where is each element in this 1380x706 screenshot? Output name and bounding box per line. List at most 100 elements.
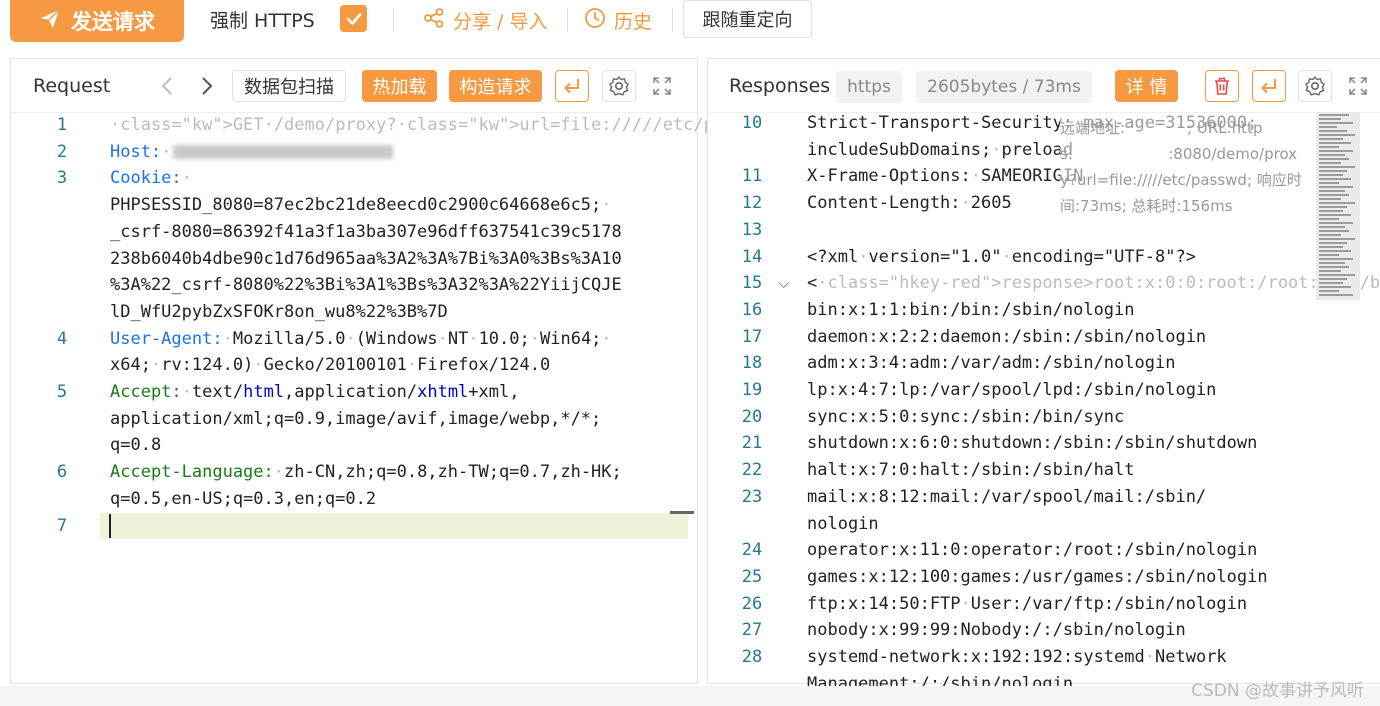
- share-import-button[interactable]: 分享 / 导入: [423, 5, 547, 35]
- line-number: 10: [741, 113, 763, 133]
- clock-icon: [584, 7, 606, 34]
- code-line: _csrf-8080=86392f41a3f1a3ba307e96dff6375…: [110, 221, 622, 242]
- gear-icon[interactable]: [602, 70, 636, 102]
- line-number: 6: [56, 462, 68, 483]
- line-number: 28: [741, 647, 763, 667]
- code-line: shutdown:x:6:0:shutdown:/sbin:/sbin/shut…: [807, 433, 1258, 454]
- code-line: nobody:x:99:99:Nobody:/:/sbin/nologin: [807, 620, 1186, 641]
- line-number: 3: [56, 168, 68, 189]
- follow-redirect-button[interactable]: 跟随重定向: [683, 0, 812, 38]
- line-number: 12: [741, 193, 763, 214]
- history-button[interactable]: 历史: [584, 5, 652, 35]
- text-cursor: [109, 514, 111, 538]
- code-line: Cookie:·: [110, 168, 192, 189]
- line-number: 23: [741, 486, 763, 507]
- fold-chevron-icon[interactable]: ⌵: [778, 274, 789, 292]
- history-label: 历史: [614, 10, 653, 33]
- code-line: daemon:x:2:2:daemon:/sbin:/sbin/nologin: [807, 326, 1207, 347]
- send-icon: [39, 8, 61, 35]
- line-number: 1: [56, 115, 68, 135]
- gear-icon[interactable]: [1298, 70, 1332, 102]
- top-toolbar: 发送请求 强制 HTTPS 分享 / 导入 历史 跟随重定向: [0, 0, 1380, 50]
- line-number: 4: [56, 328, 68, 349]
- check-icon: [346, 12, 361, 25]
- code-line: lp:x:4:7:lp:/var/spool/lpd:/sbin/nologin: [807, 380, 1217, 400]
- protocol-badge: https: [836, 71, 902, 103]
- build-request-button[interactable]: 构造请求: [449, 70, 542, 102]
- code-line: PHPSESSID_8080=87ec2bc21de8eecd0c2900c64…: [110, 195, 612, 216]
- bottom-strip: [0, 686, 1380, 706]
- editor-scroll-marker: [670, 511, 694, 514]
- enter-icon[interactable]: [1252, 70, 1286, 102]
- toolbar-divider: [567, 8, 568, 32]
- chevron-left-icon[interactable]: [155, 73, 179, 99]
- code-line: X-Frame-Options:·SAMEORIGIN: [807, 166, 1084, 187]
- line-number: 7: [56, 515, 68, 536]
- line-number: 18: [741, 353, 763, 374]
- line-number: 24: [741, 540, 763, 561]
- request-panel-header: Request 数据包扫描 热加载 构造请求: [11, 59, 697, 113]
- expand-icon[interactable]: [645, 70, 679, 102]
- code-line: q=0.8: [110, 435, 162, 456]
- code-line: operator:x:11:0:operator:/root:/sbin/nol…: [807, 540, 1258, 561]
- line-number: 19: [741, 380, 763, 400]
- current-line-highlight: [100, 513, 688, 539]
- line-number: 21: [741, 433, 763, 454]
- line-number: 2: [56, 141, 68, 162]
- line-number: 26: [741, 593, 763, 614]
- response-info-tooltip: 远端地址: ; URL:https: :8080/demo/proxy?url=…: [1060, 115, 1312, 219]
- code-line: <?xml·version="1.0"·encoding="UTF-8"?>: [807, 246, 1196, 267]
- code-line: games:x:12:100:games:/usr/games:/sbin/no…: [807, 566, 1268, 587]
- hot-load-button[interactable]: 热加载: [362, 70, 437, 102]
- code-line: 238b6040b4dbe90c1d76d965aa%3A2%3A%7Bi%3A…: [110, 248, 622, 269]
- code-line: includeSubDomains;·preload: [807, 139, 1074, 160]
- line-number: 25: [741, 566, 763, 587]
- line-number: 11: [741, 166, 763, 187]
- trash-icon[interactable]: [1205, 70, 1239, 102]
- response-minimap[interactable]: [1316, 112, 1360, 300]
- send-request-button[interactable]: 发送请求: [10, 0, 184, 42]
- code-line: halt:x:7:0:halt:/sbin:/sbin/halt: [807, 460, 1135, 481]
- line-number: 16: [741, 299, 763, 320]
- code-line: Host:·: [110, 139, 394, 166]
- code-line: Content-Length:·2605: [807, 193, 1012, 214]
- response-title: Responses: [729, 75, 831, 97]
- code-line: <·class="hkey-red">response>root:x:0:0:r…: [807, 273, 1380, 294]
- send-request-label: 发送请求: [71, 10, 155, 34]
- line-number: 27: [741, 620, 763, 641]
- share-icon: [423, 7, 445, 34]
- toolbar-divider: [393, 8, 394, 32]
- chevron-right-icon[interactable]: [195, 73, 219, 99]
- code-line: nologin: [807, 513, 879, 534]
- code-line: x64;·rv:124.0)·Gecko/20100101·Firefox/12…: [110, 355, 551, 376]
- code-line: application/xml;q=0.9,image/avif,image/w…: [110, 408, 602, 429]
- code-line: lD_WfU2pybZxSFOKr8on_wu8%22%3B%7D: [110, 301, 448, 322]
- line-number: 20: [741, 406, 763, 427]
- expand-icon[interactable]: [1341, 70, 1375, 102]
- toolbar-divider: [672, 8, 673, 32]
- code-line: mail:x:8:12:mail:/var/spool/mail:/sbin/: [807, 486, 1207, 507]
- code-line: systemd-network:x:192:192:systemd·Networ…: [807, 647, 1227, 667]
- request-title: Request: [33, 75, 111, 97]
- response-stats-badge: 2605bytes / 73ms: [916, 71, 1092, 103]
- code-line: q=0.5,en-US;q=0.3,en;q=0.2: [110, 488, 377, 509]
- code-line: bin:x:1:1:bin:/bin:/sbin/nologin: [807, 299, 1135, 320]
- packet-scan-button[interactable]: 数据包扫描: [232, 70, 346, 102]
- details-button[interactable]: 详 情: [1115, 70, 1178, 102]
- line-number: 5: [56, 382, 68, 402]
- code-line: %3A%22_csrf-8080%22%3Bi%3A1%3Bs%3A32%3A%…: [110, 275, 622, 296]
- code-line: Accept:·text/html,application/xhtml+xml,: [110, 382, 520, 402]
- force-https-checkbox[interactable]: [340, 5, 367, 32]
- code-line: User-Agent:·Mozilla/5.0·(Windows·NT·10.0…: [110, 328, 612, 349]
- code-line: ftp:x:14:50:FTP·User:/var/ftp:/sbin/nolo…: [807, 593, 1248, 614]
- line-number: 17: [741, 326, 763, 347]
- share-import-label: 分享 / 导入: [453, 10, 548, 33]
- code-line: sync:x:5:0:sync:/sbin:/bin/sync: [807, 406, 1125, 427]
- line-number: 14: [741, 246, 763, 267]
- response-panel-header: Responses https 2605bytes / 73ms 详 情: [708, 59, 1380, 113]
- line-number: 13: [741, 219, 763, 240]
- line-number: 22: [741, 460, 763, 481]
- enter-icon[interactable]: [555, 70, 589, 102]
- code-line: Accept-Language:·zh-CN,zh;q=0.8,zh-TW;q=…: [110, 462, 622, 483]
- force-https-label: 强制 HTTPS: [210, 10, 315, 32]
